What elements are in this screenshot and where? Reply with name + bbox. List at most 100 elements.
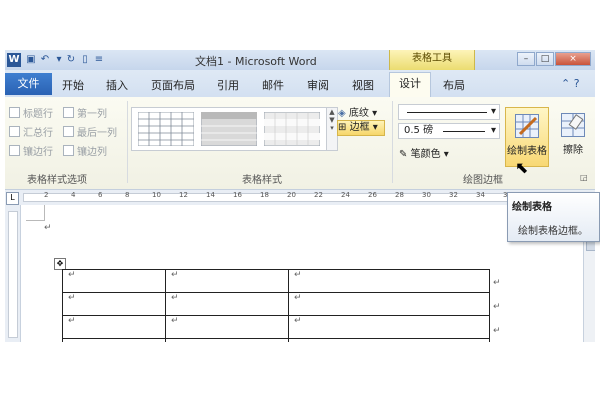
line-style-preview <box>407 112 487 113</box>
table-cell[interactable]: ↵ <box>288 269 490 293</box>
shading-icon: ◈ <box>338 108 346 119</box>
ruler-number: 10 <box>152 191 161 199</box>
table-row <box>62 338 490 342</box>
mouse-cursor-icon: ⬉ <box>515 158 529 177</box>
document-table[interactable]: ↵ ↵ ↵ ↵ ↵ ↵ ↵ ↵ ↵ <box>62 269 490 342</box>
table-style-thumb-3[interactable] <box>264 112 320 146</box>
group-label-draw-borders: 绘图边框 <box>463 175 503 186</box>
tab-page-layout[interactable]: 页面布局 <box>151 77 195 93</box>
ruler-number: 2 <box>44 191 49 199</box>
ruler-number: 20 <box>287 191 296 199</box>
pen-color-button[interactable]: ✎ 笔颜色 ▾ <box>399 145 449 160</box>
customize-quick-access-icon[interactable]: ≡ <box>93 53 105 66</box>
tab-insert[interactable]: 插入 <box>106 77 128 93</box>
table-cell[interactable]: ↵ <box>165 292 289 316</box>
table-cell[interactable] <box>165 338 289 342</box>
tooltip: 绘制表格 绘制表格边框。 <box>507 192 600 242</box>
banded-columns-checkbox[interactable]: 镶边列 <box>63 143 107 158</box>
help-icon[interactable]: ⌃ ? <box>561 77 580 90</box>
pen-icon: ✎ <box>399 149 408 160</box>
table-cell[interactable]: ↵ <box>62 269 166 293</box>
ruler-number: 22 <box>314 191 323 199</box>
paragraph-mark: ↵ <box>44 223 52 233</box>
ruler-number: 32 <box>449 191 458 199</box>
tab-references[interactable]: 引用 <box>217 77 239 93</box>
borders-button[interactable]: ⊞ 边框 ▾ <box>337 120 385 136</box>
ruler-number: 16 <box>233 191 242 199</box>
document-page[interactable]: ↵ ✥ ↵ ↵ ↵ ↵ ↵ ↵ ↵ ↵ ↵ ↵ ↵ ↵ <box>21 205 581 342</box>
table-cell[interactable] <box>288 338 490 342</box>
first-column-checkbox[interactable]: 第一列 <box>63 105 107 120</box>
dialog-launcher-icon[interactable]: ◲ <box>580 173 588 182</box>
table-row: ↵ ↵ ↵ <box>62 269 490 293</box>
chevron-down-icon: ▾ <box>490 125 496 136</box>
title-bar: W ▣ ↶ ▾ ↻ ▯ ≡ 文档1 - Microsoft Word 表格工具 … <box>5 50 595 72</box>
close-button[interactable]: × <box>555 52 591 66</box>
table-tools-header: 表格工具 <box>389 50 475 72</box>
table-cell[interactable]: ↵ <box>288 292 490 316</box>
ruler-scale: 246810121416182022242628303234363840 <box>23 191 588 202</box>
table-styles-gallery <box>131 107 328 151</box>
table-cell[interactable] <box>62 338 166 342</box>
group-label-style-options: 表格样式选项 <box>27 175 87 186</box>
vertical-ruler[interactable] <box>5 205 21 342</box>
table-style-thumb-2[interactable] <box>201 112 257 146</box>
line-weight-dropdown[interactable]: 0.5 磅 ▾ <box>398 123 500 139</box>
new-doc-icon[interactable]: ▯ <box>79 53 91 66</box>
tab-design[interactable]: 设计 <box>389 72 431 98</box>
window-title: 文档1 - Microsoft Word <box>195 55 317 68</box>
tooltip-title: 绘制表格 <box>512 202 552 213</box>
banded-rows-checkbox[interactable]: 镶边行 <box>9 143 53 158</box>
tooltip-description: 绘制表格边框。 <box>518 226 588 237</box>
group-divider <box>392 101 393 183</box>
undo-icon[interactable]: ↶ <box>39 53 51 66</box>
row-end-marks: ↵ ↵ ↵ <box>493 278 501 336</box>
redo-icon[interactable]: ↻ <box>65 53 77 66</box>
table-row: ↵ ↵ ↵ <box>62 292 490 316</box>
group-divider <box>127 101 128 183</box>
draw-table-icon <box>515 114 539 138</box>
table-cell[interactable]: ↵ <box>62 292 166 316</box>
line-weight-preview <box>443 131 485 132</box>
tab-mailings[interactable]: 邮件 <box>262 77 284 93</box>
ruler-number: 6 <box>98 191 103 199</box>
page-corner-mark <box>26 205 45 221</box>
tab-file[interactable]: 文件 <box>5 73 52 95</box>
ruler-number: 12 <box>179 191 188 199</box>
ruler-number: 24 <box>341 191 350 199</box>
ruler-number: 34 <box>476 191 485 199</box>
eraser-button[interactable]: 擦除 <box>551 107 595 167</box>
table-cell[interactable]: ↵ <box>165 269 289 293</box>
minimize-button[interactable]: – <box>517 52 535 66</box>
line-style-dropdown[interactable]: ▾ <box>398 104 500 120</box>
table-cell[interactable]: ↵ <box>165 315 289 339</box>
last-column-checkbox[interactable]: 最后一列 <box>63 124 117 139</box>
ruler-number: 28 <box>395 191 404 199</box>
tab-layout[interactable]: 布局 <box>443 77 465 93</box>
shading-button[interactable]: ◈ 底纹 ▾ <box>338 104 377 119</box>
table-style-thumb-1[interactable] <box>138 112 194 146</box>
table-cell[interactable]: ↵ <box>62 315 166 339</box>
tab-selector-icon[interactable]: L <box>6 192 19 205</box>
ribbon-tab-row: 文件 开始 插入 页面布局 引用 邮件 审阅 视图 设计 布局 ⌃ ? <box>5 70 595 98</box>
eraser-icon <box>561 113 585 137</box>
tab-home[interactable]: 开始 <box>62 77 84 93</box>
word-app-icon[interactable]: W <box>7 53 21 67</box>
ruler-number: 26 <box>368 191 377 199</box>
ruler-number: 30 <box>422 191 431 199</box>
maximize-button[interactable]: □ <box>536 52 554 66</box>
tab-view[interactable]: 视图 <box>352 77 374 93</box>
tab-review[interactable]: 审阅 <box>307 77 329 93</box>
borders-icon: ⊞ <box>338 122 347 133</box>
total-row-checkbox[interactable]: 汇总行 <box>9 124 53 139</box>
group-label-table-styles: 表格样式 <box>242 175 282 186</box>
save-icon[interactable]: ▣ <box>25 53 37 66</box>
undo-dropdown-icon[interactable]: ▾ <box>53 53 65 66</box>
table-row: ↵ ↵ ↵ <box>62 315 490 339</box>
table-cell[interactable]: ↵ <box>288 315 490 339</box>
header-row-checkbox[interactable]: 标题行 <box>9 105 53 120</box>
ruler-number: 4 <box>71 191 76 199</box>
ruler-number: 8 <box>125 191 130 199</box>
ruler-number: 18 <box>260 191 269 199</box>
ribbon: 标题行 第一列 汇总行 最后一列 镶边行 镶边列 表格样式选项 ▲ ▼ ▾ ◈ … <box>5 97 595 190</box>
